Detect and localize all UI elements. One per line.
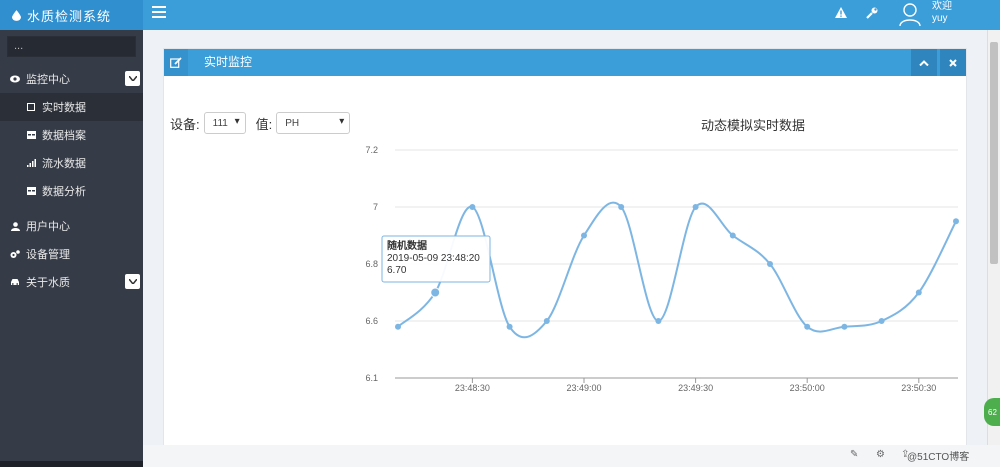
sidebar-item-label: 监控中心 — [26, 74, 70, 86]
sidebar-item-data-analysis[interactable]: 数据分析 — [0, 177, 143, 205]
water-drop-icon — [12, 9, 21, 21]
panel-title: 实时监控 — [204, 55, 253, 69]
sidebar-item-label: 流水数据 — [42, 158, 86, 170]
close-button[interactable] — [940, 49, 966, 76]
sidebar-item-label: 用户中心 — [26, 221, 70, 233]
panel-header: 实时监控 — [164, 49, 966, 76]
app-title: 水质检测系统 — [27, 9, 112, 25]
sidebar-item-label: 关于水质 — [26, 277, 70, 289]
sidebar-item-about-water[interactable]: 关于水质 — [0, 268, 143, 296]
sidebar-item-device-management[interactable]: 设备管理 — [0, 240, 143, 268]
car-icon — [10, 277, 20, 287]
watermark-text: @51CTO博客 — [907, 452, 970, 463]
signal-icon — [26, 158, 36, 168]
table-icon — [26, 130, 36, 140]
warning-icon[interactable] — [835, 7, 847, 22]
table-icon — [26, 186, 36, 196]
cogs-icon — [10, 249, 20, 259]
user-name-text: yuy — [932, 13, 948, 24]
floating-badge[interactable]: 62 — [984, 398, 1000, 426]
value-label: 值: — [255, 116, 273, 132]
sidebar-item-data-archive[interactable]: 数据档案 — [0, 121, 143, 149]
sidebar-item-label: 设备管理 — [26, 249, 70, 261]
user-avatar-icon[interactable] — [899, 2, 921, 26]
realtime-monitor-panel: 实时监控 设备: 111 值: PH — [163, 48, 967, 446]
sidebar-item-user-center[interactable]: 用户中心 — [0, 212, 143, 240]
value-select[interactable]: PH — [276, 112, 351, 134]
chevron-down-icon[interactable] — [125, 274, 140, 289]
device-select[interactable]: 111 — [203, 112, 246, 134]
user-icon — [10, 221, 20, 231]
chevron-up-icon — [919, 59, 929, 66]
pin-icon[interactable]: ✎ — [850, 449, 858, 460]
user-greeting[interactable]: 欢迎 yuy — [932, 1, 952, 25]
eye-icon — [10, 74, 20, 84]
close-icon — [949, 58, 957, 67]
user-greeting-line: 欢迎 — [932, 1, 952, 12]
sidebar-item-label: 实时数据 — [42, 102, 86, 114]
scrollbar-thumb[interactable] — [990, 42, 998, 264]
sidebar-item-monitor-center[interactable]: 监控中心 — [0, 65, 143, 93]
wrench-icon[interactable] — [866, 7, 878, 22]
square-icon — [26, 102, 36, 112]
top-bar: 水质检测系统 欢迎 yuy — [0, 0, 1000, 30]
sidebar-item-label: 数据分析 — [42, 186, 86, 198]
bottom-bar: ✎ ⚙ ⇪ — [143, 445, 1000, 467]
edit-icon — [164, 49, 188, 76]
filter-controls: 设备: 111 值: PH — [170, 112, 351, 134]
sidebar-item-label: 数据档案 — [42, 130, 86, 142]
menu-toggle-icon[interactable] — [152, 6, 166, 20]
sidebar: ... 监控中心 实时数据 数据档案 流水数据 数据分析 用户中心 设备管理 关… — [0, 30, 143, 467]
taskbar-strip — [0, 461, 143, 467]
sidebar-item-flow-data[interactable]: 流水数据 — [0, 149, 143, 177]
sidebar-search-input[interactable]: ... — [7, 36, 136, 57]
page-scrollbar[interactable] — [987, 30, 1000, 445]
brand[interactable]: 水质检测系统 — [0, 0, 143, 30]
device-label: 设备: — [170, 116, 200, 132]
settings-icon[interactable]: ⚙ — [876, 449, 885, 460]
sidebar-item-realtime-data[interactable]: 实时数据 — [0, 93, 143, 121]
collapse-button[interactable] — [911, 49, 937, 76]
chevron-down-icon[interactable] — [125, 71, 140, 86]
